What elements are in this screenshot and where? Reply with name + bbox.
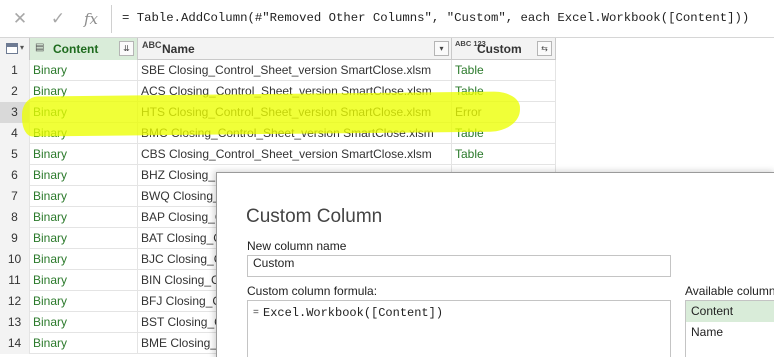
table-row[interactable]: 2 Binary ACS Closing_Control_Sheet_version… [0,81,556,102]
row-number: 3 [0,102,30,123]
formula-editor-text[interactable]: Excel.Workbook([Content]) [263,306,443,320]
column-label-name: Name [162,42,195,56]
expand-table-icon[interactable]: ⇆ [537,41,552,56]
custom-column-dialog: Custom Column New column name Custom Cus… [216,172,774,357]
table-icon [6,43,18,54]
grid-header: ▾ ▤ Content ⇊ ABC Name ▾ ABC 123 Custom … [0,38,556,60]
row-number: 14 [0,333,30,354]
cell-content[interactable]: Binary [30,333,138,354]
available-columns-list[interactable]: Content Name [685,300,774,357]
column-label-custom: Custom [477,42,522,56]
formula-text[interactable]: = Table.AddColumn(#"Removed Other Column… [122,11,749,25]
cell-content[interactable]: Binary [30,291,138,312]
cell-content[interactable]: Binary [30,186,138,207]
table-menu-button[interactable]: ▾ [0,38,30,60]
cell-custom[interactable]: Table [452,60,556,81]
cell-name[interactable]: CBS Closing_Control_Sheet_version SmartC… [138,144,452,165]
table-row[interactable]: 4 Binary BMC Closing_Control_Sheet_version… [0,123,556,144]
row-number: 8 [0,207,30,228]
row-number: 6 [0,165,30,186]
cell-name[interactable]: BMC Closing_Control_Sheet_version SmartC… [138,123,452,144]
expand-binary-icon[interactable]: ⇊ [119,41,134,56]
cell-name[interactable]: SBE Closing_Control_Sheet_version SmartC… [138,60,452,81]
dialog-title: Custom Column [246,206,383,227]
formula-bar: ✕ ✓ fx = Table.AddColumn(#"Removed Other… [0,0,774,38]
cell-content[interactable]: Binary [30,144,138,165]
cell-content[interactable]: Binary [30,249,138,270]
cell-content[interactable]: Binary [30,123,138,144]
cell-content[interactable]: Binary [30,270,138,291]
formula-equals-sign: = [253,307,259,318]
cell-content[interactable]: Binary [30,312,138,333]
cell-name[interactable]: ACS Closing_Control_Sheet_version SmartC… [138,81,452,102]
close-x-icon[interactable]: ✕ [9,8,31,30]
row-number: 1 [0,60,30,81]
table-row[interactable]: 5 Binary CBS Closing_Control_Sheet_version… [0,144,556,165]
row-number: 11 [0,270,30,291]
row-number: 4 [0,123,30,144]
available-columns-label: Available columns [685,284,774,298]
cell-content[interactable]: Binary [30,165,138,186]
chevron-down-icon: ▾ [20,43,25,52]
text-type-icon[interactable]: ABC [142,41,162,50]
filter-dropdown-icon[interactable]: ▾ [434,41,449,56]
cell-custom[interactable]: Table [452,81,556,102]
column-label-content: Content [53,42,99,56]
table-row[interactable]: 3 Binary HTS Closing_Control_Sheet_version… [0,102,556,123]
row-number: 13 [0,312,30,333]
column-header-name[interactable]: ABC Name ▾ [138,38,452,60]
new-column-name-label: New column name [247,239,347,253]
cell-name[interactable]: HTS Closing_Control_Sheet_version SmartC… [138,102,452,123]
cell-content[interactable]: Binary [30,228,138,249]
row-number: 2 [0,81,30,102]
row-number: 10 [0,249,30,270]
row-number: 9 [0,228,30,249]
fx-icon[interactable]: fx [80,8,102,30]
formula-editor[interactable]: = Excel.Workbook([Content]) [247,300,671,357]
formula-label: Custom column formula: [247,284,378,298]
checkmark-icon[interactable]: ✓ [47,8,69,30]
cell-content[interactable]: Binary [30,60,138,81]
cell-custom[interactable]: Table [452,123,556,144]
cell-custom[interactable]: Table [452,144,556,165]
formula-bar-divider [111,5,112,33]
row-number: 12 [0,291,30,312]
new-column-name-input[interactable]: Custom [247,255,671,277]
row-number: 5 [0,144,30,165]
row-number: 7 [0,186,30,207]
available-column-name[interactable]: Name [686,322,774,343]
column-header-custom[interactable]: ABC 123 Custom ⇆ [452,38,556,60]
available-column-content[interactable]: Content [686,301,774,322]
cell-content[interactable]: Binary [30,207,138,228]
table-row[interactable]: 1 Binary SBE Closing_Control_Sheet_version… [0,60,556,81]
cell-custom[interactable]: Error [452,102,556,123]
cell-content[interactable]: Binary [30,102,138,123]
column-header-content[interactable]: ▤ Content ⇊ [30,38,138,60]
cell-content[interactable]: Binary [30,81,138,102]
binary-type-icon[interactable]: ▤ [35,42,44,53]
